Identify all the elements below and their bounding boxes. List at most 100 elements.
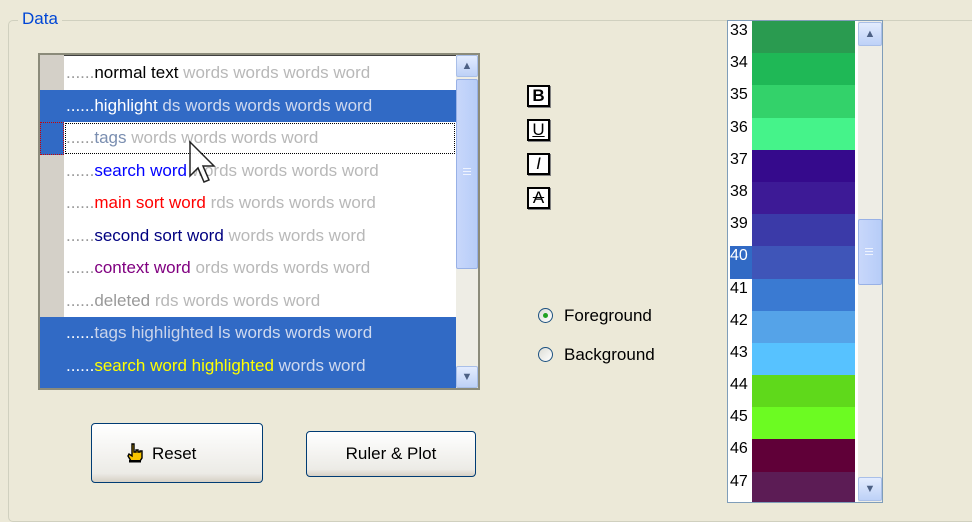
scroll-thumb[interactable]: [858, 219, 882, 285]
color-swatch: [752, 246, 855, 279]
data-group-label: Data: [18, 9, 62, 29]
row-text: ......search word words words words word: [66, 155, 379, 188]
row-leader: ......: [66, 323, 95, 342]
ruler-plot-label: Ruler & Plot: [345, 444, 437, 463]
row-label: second sort word: [94, 225, 224, 245]
list-item[interactable]: ......normal text words words words word: [40, 57, 456, 90]
row-text: ......highlight ds words words words wor…: [66, 90, 372, 123]
row-leader: ......: [66, 225, 95, 245]
color-index: 35: [730, 86, 748, 104]
color-index: 37: [730, 150, 748, 168]
list-item[interactable]: ......search word words words words word: [40, 155, 456, 188]
style-list-scrollbar[interactable]: ▲ ▼: [456, 55, 478, 388]
list-item[interactable]: ......deleted rds words words word: [40, 285, 456, 318]
radio-circle-icon: [538, 347, 553, 362]
style-list[interactable]: ......normal text words words words word…: [38, 53, 480, 390]
list-item[interactable]: ......search word highlighted words word: [40, 349, 456, 383]
scroll-down-arrow-icon[interactable]: ▼: [456, 366, 478, 388]
row-gutter: [40, 382, 64, 388]
color-index: 47: [730, 472, 748, 490]
row-gutter: [40, 155, 64, 188]
color-swatch: [752, 214, 855, 247]
color-swatch: [752, 375, 855, 408]
row-leader: ......: [66, 95, 95, 115]
color-index: 38: [730, 182, 748, 200]
list-item[interactable]: ......context word ords words words word: [40, 252, 456, 285]
color-index: 46: [730, 440, 748, 458]
row-leader: ......: [66, 193, 95, 212]
color-swatch: [752, 439, 855, 472]
color-swatch: [752, 471, 855, 502]
row-text: ......normal text words words words word: [66, 57, 370, 90]
color-swatch: [752, 342, 855, 376]
mouse-cursor-icon: [189, 140, 216, 183]
row-leader: ......: [66, 388, 94, 390]
row-gutter: [40, 252, 64, 285]
color-swatch: [752, 149, 855, 182]
row-label: tags: [94, 128, 127, 147]
row-gutter: [40, 57, 64, 90]
row-leader: ......: [66, 160, 95, 180]
list-item[interactable]: ......main sort word rds words words wor…: [40, 187, 456, 220]
underline-button[interactable]: U: [527, 119, 550, 141]
row-text: ......search word highlighted words word: [66, 350, 366, 383]
bold-button[interactable]: B: [527, 85, 550, 107]
row-sample: ds words words words word: [162, 95, 373, 115]
row-leader: ......: [66, 63, 95, 82]
row-sample: ords words words word: [195, 258, 371, 277]
row-text: ......context word ords words words word: [66, 252, 370, 285]
scroll-up-arrow-icon[interactable]: ▲: [858, 22, 882, 46]
color-list-scrollbar[interactable]: ▲ ▼: [858, 21, 882, 502]
row-text: ......tags highlighted ls words words wo…: [66, 317, 372, 350]
row-leader: ......: [66, 290, 95, 310]
color-index: 36: [730, 118, 748, 136]
color-index: 34: [730, 54, 748, 72]
ruler-plot-button[interactable]: Ruler & Plot: [306, 431, 476, 477]
row-label: highlight: [94, 95, 158, 115]
color-swatch: [752, 310, 855, 343]
color-swatch: [752, 85, 855, 118]
strikethrough-button[interactable]: A: [527, 187, 550, 209]
color-index: 39: [730, 215, 748, 233]
row-text: ......main sort word rds words words wor…: [66, 187, 376, 220]
row-gutter: [40, 122, 64, 155]
row-gutter: [40, 89, 64, 122]
row-sample: words: [298, 388, 343, 390]
color-swatch: [752, 53, 855, 86]
row-label: main sort word highlighted: [94, 388, 292, 390]
color-index: 43: [730, 343, 748, 361]
row-sample: rds words words word: [154, 290, 321, 310]
row-label: tags highlighted: [94, 323, 214, 342]
scroll-up-arrow-icon[interactable]: ▲: [456, 55, 478, 77]
row-gutter: [40, 220, 64, 253]
color-index: 33: [730, 22, 748, 39]
color-list[interactable]: 33 34 35 36 37 38 39 40 41 42 43 44 45 46 47 ▲ ▼: [727, 20, 883, 503]
list-item[interactable]: ......tags highlighted ls words words wo…: [40, 317, 456, 350]
style-list-rows: ......normal text words words words word…: [40, 57, 456, 390]
row-label: normal text: [94, 63, 179, 82]
row-label: search word highlighted: [94, 355, 274, 375]
color-index: 45: [730, 408, 748, 426]
row-sample: words word: [278, 355, 366, 375]
list-item[interactable]: ......highlight ds words words words wor…: [40, 89, 456, 123]
row-leader: ......: [66, 258, 95, 277]
scroll-down-arrow-icon[interactable]: ▼: [858, 477, 882, 501]
scroll-thumb[interactable]: [456, 79, 478, 269]
color-swatch: [752, 407, 855, 440]
row-sample: ls words words word: [218, 323, 373, 342]
background-label: Background: [564, 345, 655, 364]
reset-label: Reset: [152, 444, 197, 463]
row-sample: words words words word: [131, 128, 319, 147]
list-item[interactable]: ......main sort word highlighted words: [40, 382, 456, 390]
color-swatch: [752, 21, 855, 54]
color-swatch: [752, 181, 855, 215]
italic-button[interactable]: I: [527, 153, 550, 175]
row-leader: ......: [66, 355, 95, 375]
hand-pointer-icon: [127, 443, 143, 463]
list-item[interactable]: ......second sort word words words word: [40, 220, 456, 253]
color-index: 44: [730, 376, 748, 394]
list-item[interactable]: ......tags words words words word: [40, 122, 456, 155]
row-gutter: [40, 349, 64, 382]
reset-button[interactable]: Reset: [91, 423, 263, 483]
radio-circle-icon: [538, 308, 553, 323]
